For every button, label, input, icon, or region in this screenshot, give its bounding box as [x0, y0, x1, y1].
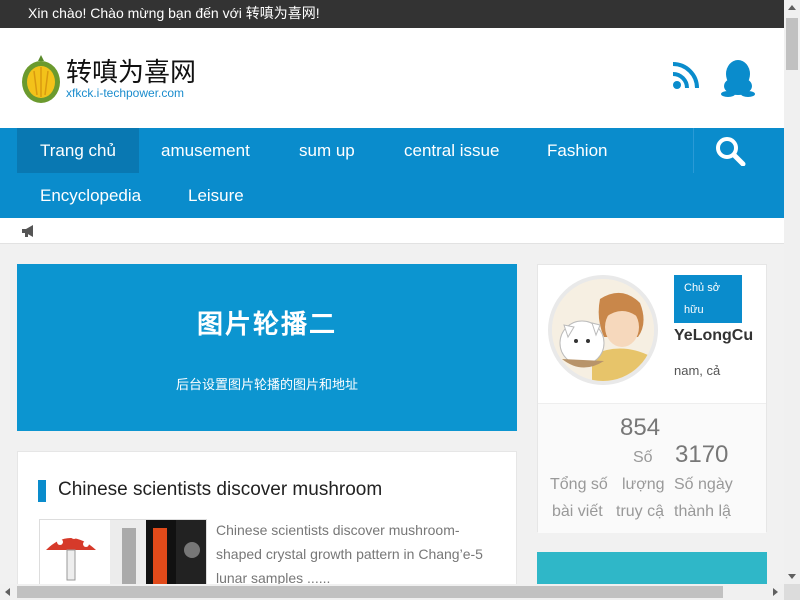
posts-label-1: Tổng số	[550, 476, 608, 493]
horizontal-scroll-thumb[interactable]	[17, 586, 723, 598]
scroll-right-icon[interactable]	[773, 588, 778, 596]
views-label-3: truy cậ	[616, 503, 665, 520]
welcome-text: Xin chào! Chào mừng bạn đến với 转嗔为喜网!	[28, 5, 320, 21]
owner-name[interactable]: YeLongCu	[674, 327, 764, 345]
owner-stats: 854 Số lượng truy cậ Tổng số bài viết 31…	[538, 403, 766, 533]
vertical-scroll-thumb[interactable]	[786, 18, 798, 70]
search-icon	[716, 137, 746, 166]
owner-gender: nam, cả	[674, 363, 721, 378]
posts-count: 854	[620, 414, 661, 441]
horizontal-scrollbar[interactable]	[0, 584, 784, 600]
posts-label-2: bài viết	[552, 503, 603, 520]
scroll-up-icon[interactable]	[788, 5, 796, 10]
blog-owner-card: Chủ sở hữu blog YeLongCu nam, cả 854 Số …	[537, 264, 767, 533]
nav-search-button[interactable]	[693, 128, 766, 173]
megaphone-icon	[22, 225, 33, 237]
days-count: 3170	[675, 441, 729, 468]
nav-item-amusement[interactable]: amusement	[138, 128, 273, 173]
carousel-banner[interactable]: 图片轮播二 后台设置图片轮播的图片和地址	[17, 264, 517, 431]
banner-title: 图片轮播二	[196, 310, 337, 340]
anime-avatar-image	[552, 279, 654, 381]
rss-icon[interactable]	[672, 60, 700, 90]
durian-logo-icon[interactable]	[20, 53, 62, 105]
vertical-scrollbar[interactable]	[784, 0, 800, 584]
nav-item-sum-up[interactable]: sum up	[276, 128, 378, 173]
main-nav: Trang chủ amusement sum up central issue…	[0, 128, 784, 218]
scroll-left-icon[interactable]	[5, 588, 10, 596]
qq-icon[interactable]	[720, 58, 756, 98]
site-header: 转嗔为喜网 xfkck.i-techpower.com	[0, 28, 784, 128]
days-label-1: Số ngày	[674, 476, 733, 493]
nav-item-fashion[interactable]: Fashion	[524, 128, 630, 173]
nav-item-encyclopedia[interactable]: Encyclopedia	[17, 173, 164, 218]
nav-item-leisure[interactable]: Leisure	[165, 173, 267, 218]
site-title[interactable]: 转嗔为喜网	[66, 52, 196, 89]
nav-item-home[interactable]: Trang chủ	[17, 128, 139, 173]
owner-badge: Chủ sở hữu blog	[674, 275, 742, 338]
article-title[interactable]: Chinese scientists discover mushroom	[58, 479, 382, 501]
views-label-1: Số	[633, 449, 653, 466]
avatar[interactable]	[548, 275, 658, 385]
article-excerpt: Chinese scientists discover mushroom-sha…	[216, 522, 483, 586]
views-label-2: lượng	[622, 476, 665, 493]
article-card: Chinese scientists discover mushroom Chi…	[17, 451, 517, 600]
title-accent-bar	[38, 480, 46, 502]
days-label-2: thành lậ	[674, 503, 731, 520]
owner-badge-line1: Chủ sở hữu	[684, 282, 720, 316]
banner-subtitle: 后台设置图片轮播的图片和地址	[175, 378, 358, 393]
scroll-down-icon[interactable]	[788, 574, 796, 579]
nav-item-central-issue[interactable]: central issue	[381, 128, 522, 173]
scrollbar-corner	[784, 584, 800, 600]
notice-bar	[0, 218, 784, 244]
site-url[interactable]: xfkck.i-techpower.com	[66, 86, 184, 100]
welcome-bar: Xin chào! Chào mừng bạn đến với 转嗔为喜网!	[0, 0, 784, 28]
